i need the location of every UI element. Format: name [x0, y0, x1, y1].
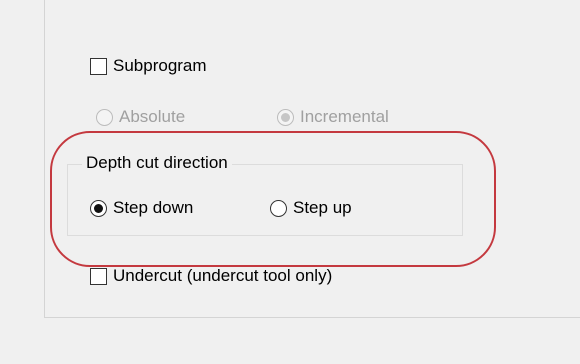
absolute-label: Absolute — [119, 107, 186, 126]
subprogram-checkbox[interactable] — [90, 57, 107, 75]
step-down-radio-row[interactable]: Step down — [90, 198, 193, 218]
incremental-radio-row[interactable]: Incremental — [277, 107, 389, 127]
undercut-checkbox[interactable] — [90, 267, 107, 285]
depth-cut-direction-title: Depth cut direction — [82, 153, 232, 173]
undercut-label: Undercut (undercut tool only) — [113, 266, 333, 285]
step-up-radio-row[interactable]: Step up — [270, 198, 352, 218]
absolute-radio[interactable] — [96, 108, 113, 126]
subprogram-checkbox-row[interactable]: Subprogram — [90, 56, 207, 76]
absolute-radio-row[interactable]: Absolute — [96, 107, 185, 127]
step-up-label: Step up — [293, 198, 352, 217]
undercut-checkbox-row[interactable]: Undercut (undercut tool only) — [90, 266, 332, 286]
radio-dot-icon — [94, 203, 103, 213]
subprogram-label: Subprogram — [113, 56, 207, 75]
incremental-label: Incremental — [300, 107, 389, 126]
radio-dot-icon — [281, 112, 290, 122]
step-down-label: Step down — [113, 198, 194, 217]
step-up-radio[interactable] — [270, 199, 287, 217]
incremental-radio[interactable] — [277, 108, 294, 126]
step-down-radio[interactable] — [90, 199, 107, 217]
